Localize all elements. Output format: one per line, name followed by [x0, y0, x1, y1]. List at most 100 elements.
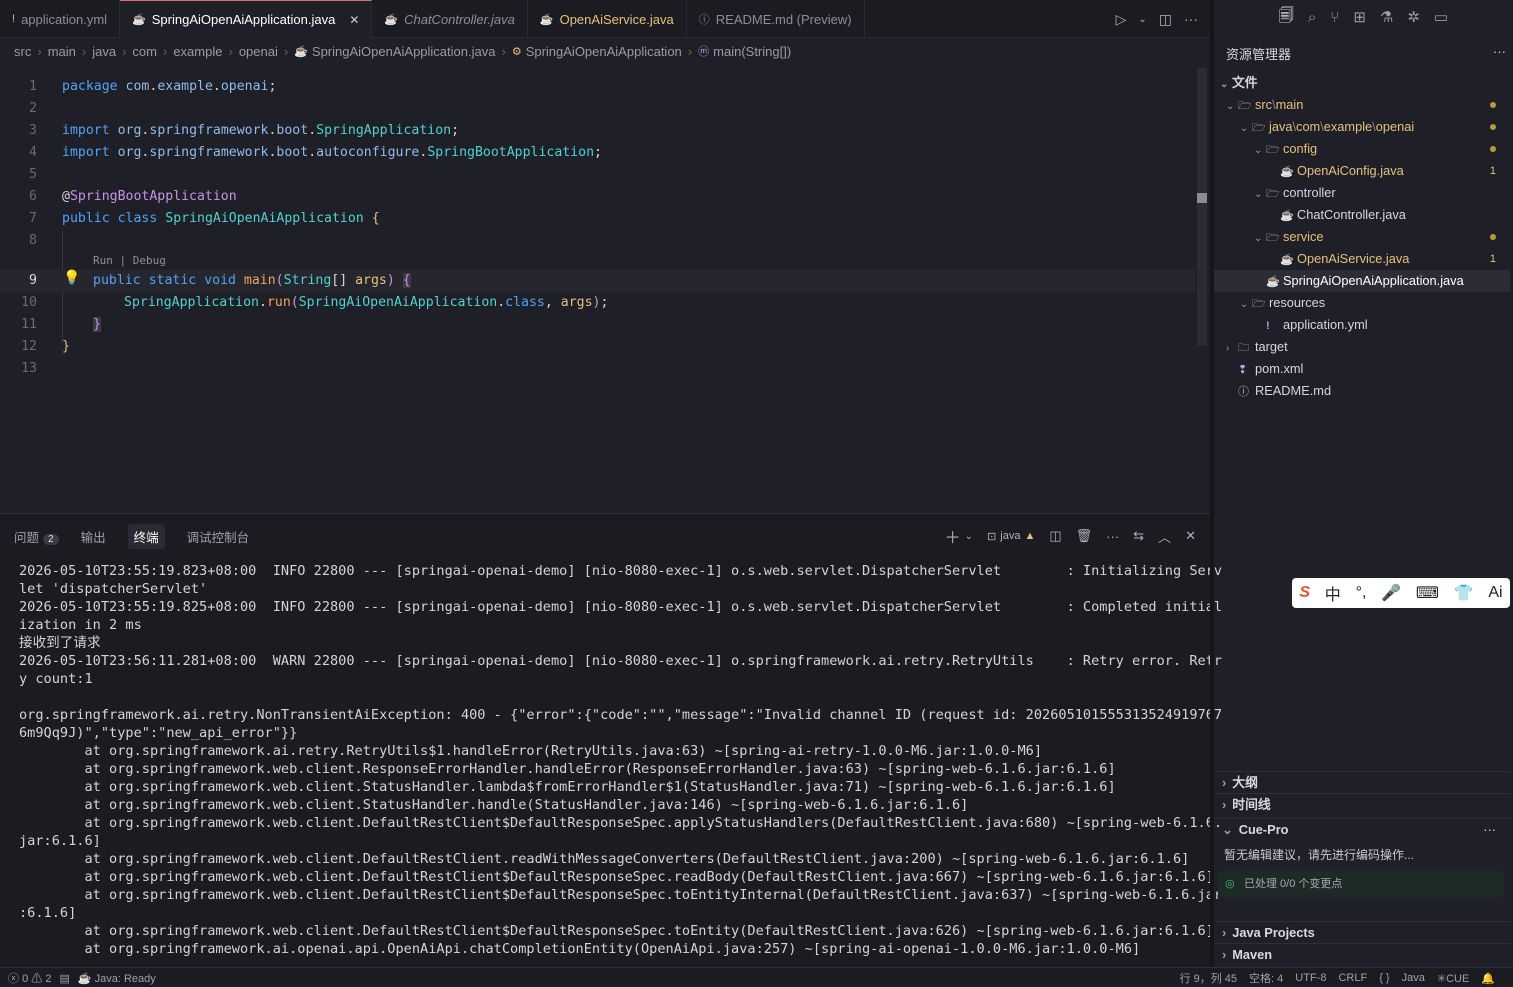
tree-folder-config[interactable]: ⌄ 🗁 config	[1214, 138, 1510, 160]
lightbulb-icon[interactable]: 💡	[63, 270, 80, 286]
problem-count: 1	[1489, 253, 1496, 265]
section-cue-pro[interactable]: ⌄ Cue-Pro ···	[1214, 818, 1510, 840]
java-cup-icon: ☕	[77, 972, 92, 985]
tab-chatcontroller-java[interactable]: ☕ ChatController.java	[372, 0, 528, 38]
cue-status-item[interactable]: ✳CUE	[1437, 972, 1469, 985]
more-actions-icon[interactable]: ···	[1184, 11, 1198, 27]
breadcrumb-item[interactable]: SpringAiOpenAiApplication	[526, 44, 682, 59]
close-panel-icon[interactable]: ✕	[1185, 528, 1196, 544]
problems-count-badge: 2	[43, 533, 59, 545]
section-maven[interactable]: › Maven	[1214, 943, 1510, 965]
microphone-icon[interactable]: 🎤	[1381, 583, 1401, 603]
breadcrumb-item[interactable]: src	[14, 44, 31, 59]
tree-file-chatcontroller[interactable]: ☕ ChatController.java	[1214, 204, 1510, 226]
section-outline[interactable]: › 大纲	[1214, 771, 1510, 793]
extensions-icon[interactable]: ⊞	[1353, 8, 1366, 26]
tree-folder-controller[interactable]: ⌄ 🗁 controller	[1214, 182, 1510, 204]
tree-file-springaiopenaiapplication[interactable]: ☕ SpringAiOpenAiApplication.java	[1214, 270, 1510, 292]
tab-debug-console[interactable]: 调试控制台	[187, 527, 250, 546]
braces-icon[interactable]: { }	[1379, 972, 1389, 984]
split-terminal-icon[interactable]: ◫	[1049, 528, 1061, 544]
tab-application-yml[interactable]: ! application.yml	[0, 0, 121, 38]
cue-status: ◎ 已处理 0/0 个变更点	[1218, 871, 1504, 897]
maximize-panel-icon[interactable]: ︿	[1158, 527, 1171, 546]
java-status[interactable]: ☕ Java: Ready	[78, 972, 156, 985]
tree-file-application-yml[interactable]: ! application.yml	[1214, 314, 1510, 336]
split-editor-icon[interactable]: ◫	[1159, 11, 1172, 28]
tree-file-readme[interactable]: ⓘ README.md	[1214, 380, 1510, 402]
breadcrumb-item[interactable]: example	[173, 44, 222, 59]
breadcrumb-item[interactable]: main	[48, 44, 76, 59]
cursor-position[interactable]: 行 9，列 45	[1180, 970, 1237, 986]
tab-problems[interactable]: 问题 2	[14, 527, 59, 546]
tree-folder-src-main[interactable]: ⌄ 🗁 src\main	[1214, 94, 1510, 116]
codelens-run-debug[interactable]: Run | Debug	[93, 254, 166, 267]
more-actions-icon[interactable]: ···	[1483, 819, 1496, 841]
sidebar-activity-bar: 🗐 ⌕ ⑂ ⊞ ⚗ ✲ ▭	[1214, 0, 1513, 34]
chevron-down-icon[interactable]: ⌄	[1138, 14, 1146, 25]
language-mode[interactable]: Java	[1402, 972, 1425, 984]
debug-icon[interactable]: ✲	[1407, 8, 1420, 26]
remote-explorer-icon[interactable]: ▭	[1434, 8, 1448, 26]
java-icon: ☕	[384, 13, 399, 26]
tab-output[interactable]: 输出	[81, 527, 106, 546]
breadcrumb-item[interactable]: com	[132, 44, 157, 59]
explorer-icon[interactable]: 🗐	[1279, 5, 1294, 30]
folder-icon: 🗁	[1266, 232, 1280, 244]
ime-chinese-toggle[interactable]: 中	[1325, 581, 1341, 605]
more-actions-icon[interactable]: ···	[1493, 44, 1506, 62]
ime-punctuation-icon[interactable]: °,	[1356, 584, 1367, 602]
section-files[interactable]: ⌄ 文件	[1214, 72, 1510, 94]
keyboard-icon[interactable]: ⌨	[1416, 583, 1439, 603]
skin-icon[interactable]: 👕	[1454, 583, 1474, 603]
terminal-line: at org.springframework.web.client.Defaul…	[19, 851, 1190, 867]
terminal-selector[interactable]: ⊡ java ▲	[987, 530, 1035, 543]
chevron-down-icon[interactable]: ⌄	[965, 531, 973, 542]
source-control-icon[interactable]: ⑂	[1330, 9, 1339, 26]
new-terminal-icon[interactable]: ＋	[945, 524, 961, 548]
tree-folder-resources[interactable]: ⌄ 🗁 resources	[1214, 292, 1510, 314]
section-timeline[interactable]: › 时间线	[1214, 793, 1510, 815]
run-icon[interactable]: ▷	[1116, 11, 1127, 28]
java-icon: ☕	[132, 14, 146, 26]
settings-sliders-icon[interactable]: ⇆	[1133, 528, 1144, 544]
breadcrumb-item[interactable]: openai	[239, 44, 278, 59]
indentation[interactable]: 空格: 4	[1249, 970, 1283, 986]
code-editor[interactable]: 1 package com.example.openai; 2 3 import o…	[0, 68, 1210, 512]
breadcrumb-item[interactable]: SpringAiOpenAiApplication.java	[312, 44, 496, 59]
breadcrumb-item[interactable]: java	[92, 44, 116, 59]
close-tab-icon[interactable]: ✕	[349, 13, 359, 27]
problem-count: 1	[1489, 165, 1496, 177]
section-java-projects[interactable]: › Java Projects	[1214, 921, 1510, 943]
notifications-bell-icon[interactable]: 🔔	[1481, 972, 1495, 985]
trash-icon[interactable]: 🗑	[1076, 528, 1093, 544]
ime-ai-button[interactable]: Ai	[1488, 584, 1502, 602]
info-icon: ⓘ	[1238, 386, 1249, 398]
search-icon[interactable]: ⌕	[1308, 9, 1316, 26]
tab-terminal[interactable]: 终端	[127, 523, 165, 549]
more-actions-icon[interactable]: ···	[1106, 529, 1119, 544]
ports-icon[interactable]: ▤	[59, 972, 69, 985]
tab-label: SpringAiOpenAiApplication.java	[151, 12, 336, 27]
breadcrumb-item[interactable]: main(String[])	[713, 44, 791, 59]
sogou-logo-icon[interactable]: S	[1299, 584, 1310, 602]
tab-springaiopenaiapplication-java[interactable]: ☕ SpringAiOpenAiApplication.java ✕	[120, 0, 373, 38]
code-line: 4 import org.springframework.boot.autocon…	[29, 145, 602, 160]
problems-status[interactable]: ⓧ 0 ⚠ 2	[8, 970, 51, 986]
tab-readme-preview[interactable]: ⓘ README.md (Preview)	[687, 0, 865, 38]
tree-file-openaiservice[interactable]: ☕ OpenAiService.java 1	[1214, 248, 1510, 270]
tree-file-openaiconfig[interactable]: ☕ OpenAiConfig.java 1	[1214, 160, 1510, 182]
explorer-header: 资源管理器 ···	[1226, 44, 1506, 62]
tree-file-pom-xml[interactable]: ❢ pom.xml	[1214, 358, 1510, 380]
tree-folder-service[interactable]: ⌄ 🗁 service	[1214, 226, 1510, 248]
terminal-output[interactable]: 2026-05-10T23:55:19.823+08:00 INFO 22800…	[19, 562, 1222, 958]
editor-tab-bar: ! application.yml ☕ SpringAiOpenAiApplic…	[0, 0, 1210, 38]
testing-icon[interactable]: ⚗	[1380, 8, 1393, 26]
tree-folder-java-com-example-openai[interactable]: ⌄ 🗁 java\com\example\openai	[1214, 116, 1510, 138]
editor-scrollbar[interactable]	[1197, 68, 1207, 346]
encoding[interactable]: UTF-8	[1295, 972, 1326, 984]
scrollbar-thumb[interactable]	[1197, 193, 1207, 203]
tab-openaiservice-java[interactable]: ☕ OpenAiService.java	[528, 0, 687, 38]
line-ending[interactable]: CRLF	[1338, 972, 1367, 984]
tree-folder-target[interactable]: › 🗀 target	[1214, 336, 1510, 358]
